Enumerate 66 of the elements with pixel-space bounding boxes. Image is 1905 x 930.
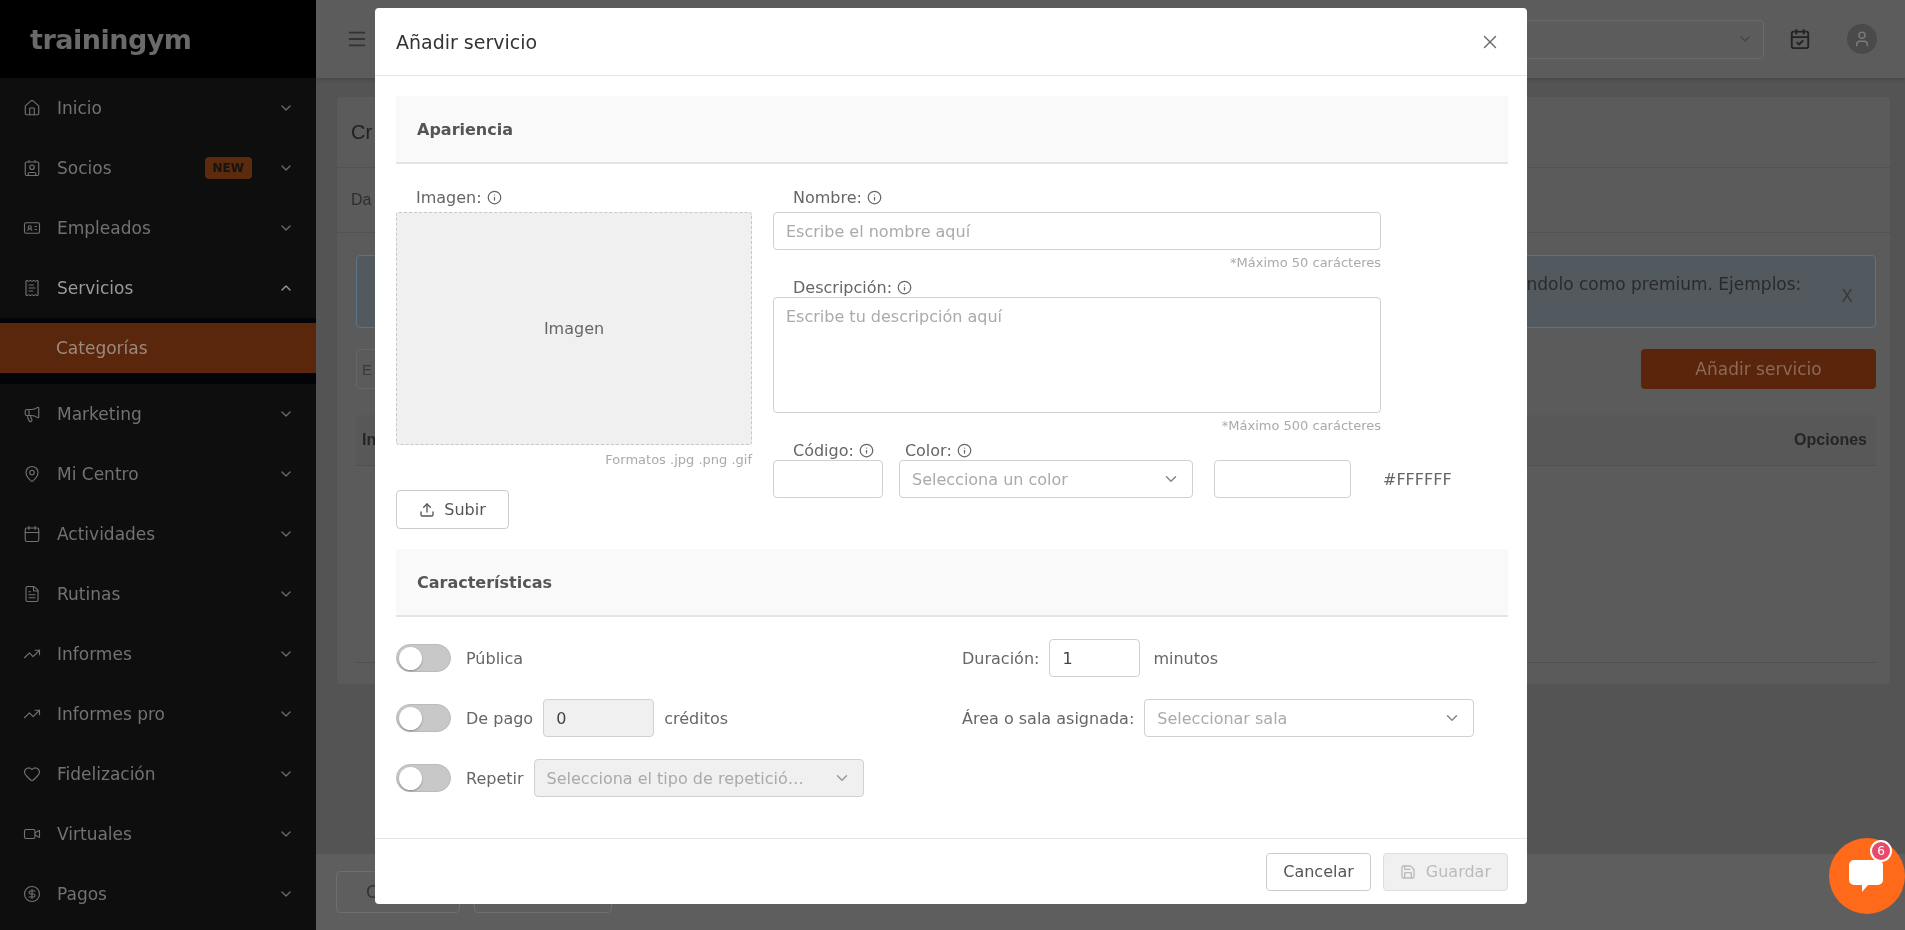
sidebar-item[interactable]: Informes — [0, 624, 316, 684]
sidebar-item[interactable]: Servicios — [0, 258, 316, 318]
sidebar-item[interactable]: Empleados — [0, 198, 316, 258]
section-title: Características — [417, 572, 553, 592]
field-label: Nombre: — [793, 187, 882, 207]
section-title: Apariencia — [417, 119, 513, 139]
sidebar-item[interactable]: Mi Centro — [0, 444, 316, 504]
dialog-title: Añadir servicio — [396, 30, 538, 53]
hint-text: Formatos .jpg .png .gif — [605, 451, 752, 467]
document-icon — [23, 585, 41, 603]
image-placeholder[interactable]: Imagen — [396, 212, 752, 445]
info-icon — [866, 189, 882, 205]
new-badge: NEW — [204, 157, 252, 179]
field-label: Descripción: — [793, 278, 913, 297]
megaphone-icon — [23, 405, 41, 423]
sidebar-item[interactable]: Actividades — [0, 504, 316, 564]
calendar-icon — [23, 525, 41, 543]
sidebar-item[interactable]: Inicio — [0, 78, 316, 138]
save-icon — [1399, 863, 1416, 880]
page-title: Cr — [351, 120, 373, 144]
info-icon — [956, 443, 972, 458]
field-label: Área o sala asignada: — [962, 708, 1135, 728]
hint-text: *Máximo 50 carácteres — [1230, 255, 1381, 270]
sidebar-item[interactable]: Socios NEW — [0, 138, 316, 198]
dollar-icon — [23, 885, 41, 903]
logo: trainingym — [30, 23, 192, 55]
sidebar-item[interactable]: Informes pro — [0, 684, 316, 744]
sidebar-item[interactable]: Marketing — [0, 384, 316, 444]
field-label: Duración: — [962, 648, 1040, 668]
description-field[interactable]: Escribe tu descripción aquí — [773, 297, 1381, 413]
contact-card-icon — [23, 159, 41, 177]
sidebar-item[interactable]: Pagos — [0, 864, 316, 924]
cancel-button[interactable]: Cancelar — [1266, 852, 1371, 891]
toggle-switch[interactable] — [396, 644, 451, 672]
sidebar-item[interactable]: Virtuales — [0, 804, 316, 864]
add-service-button[interactable]: Añadir servicio — [1641, 349, 1876, 389]
heart-icon — [23, 765, 41, 783]
upload-button[interactable]: Subir — [396, 490, 509, 529]
info-icon — [897, 280, 913, 295]
duration-field[interactable]: 1 — [1049, 639, 1141, 677]
map-pin-icon — [23, 465, 41, 483]
unit-label: minutos — [1153, 648, 1219, 668]
sidebar-item[interactable]: Rutinas — [0, 564, 316, 624]
name-field[interactable]: Escribe el nombre aquí — [773, 212, 1381, 250]
info-icon — [858, 443, 874, 458]
toggle-label: De pago — [466, 708, 534, 728]
sidebar-subitem[interactable]: Categorías — [0, 323, 316, 373]
toggle-label: Repetir — [466, 768, 524, 788]
field-label: Color: — [904, 441, 972, 460]
sidebar-item[interactable]: Fidelización — [0, 744, 316, 804]
id-card-icon — [23, 219, 41, 237]
info-icon — [486, 189, 502, 205]
field-label: Código: — [793, 441, 874, 460]
field-label: Imagen: — [416, 187, 502, 207]
toggle-label: Pública — [466, 648, 524, 668]
room-select[interactable]: Seleccionar sala — [1144, 699, 1475, 737]
receipt-icon — [23, 279, 41, 297]
upload-icon — [419, 501, 436, 518]
avatar[interactable] — [1847, 24, 1877, 54]
calendar-check-icon[interactable] — [1789, 28, 1811, 50]
hex-value: #FFFFFF — [1383, 469, 1452, 489]
unit-label: créditos — [664, 708, 729, 728]
color-select[interactable]: Selecciona un color — [899, 460, 1193, 498]
hint-text: *Máximo 500 carácteres — [1221, 418, 1381, 433]
home-icon — [23, 99, 41, 117]
code-field[interactable] — [773, 460, 883, 498]
